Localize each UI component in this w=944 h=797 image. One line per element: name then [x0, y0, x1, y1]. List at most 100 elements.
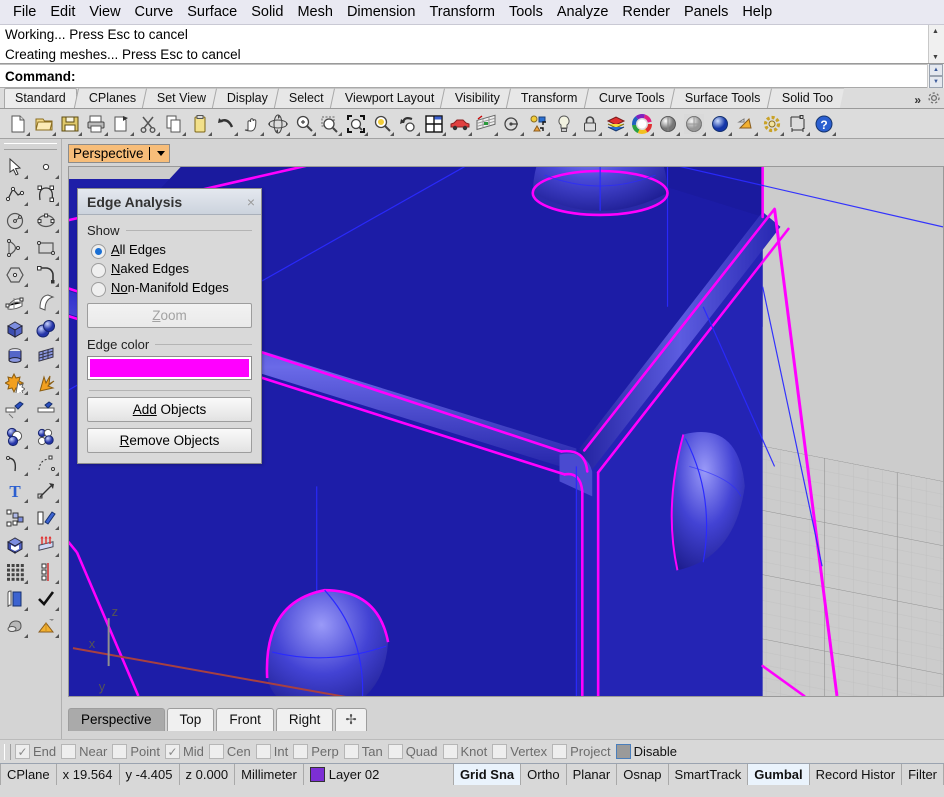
radio-button-icon[interactable] [91, 282, 106, 297]
osnap-bar-grip[interactable] [4, 744, 11, 760]
menu-item-help[interactable]: Help [735, 2, 779, 22]
car-render-icon[interactable] [447, 111, 473, 137]
menu-item-mesh[interactable]: Mesh [290, 2, 339, 22]
box-icon[interactable] [1, 316, 29, 342]
options-gear-icon[interactable] [759, 111, 785, 137]
status-cplane[interactable]: CPlane [0, 764, 57, 785]
circle-icon[interactable] [1, 208, 29, 234]
checkbox-icon[interactable] [344, 744, 359, 759]
toolbar-tab-curve-tools[interactable]: Curve Tools [584, 88, 676, 108]
command-history-scrollbar[interactable]: ▲ ▼ [928, 25, 944, 63]
toolbar-tab-visibility[interactable]: Visibility [440, 88, 511, 108]
zoom-in-out-icon[interactable] [291, 111, 317, 137]
menu-item-dimension[interactable]: Dimension [340, 2, 423, 22]
remove-objects-button[interactable]: Remove Objects [87, 428, 252, 453]
surface-from-points-icon[interactable] [1, 289, 29, 315]
menu-item-curve[interactable]: Curve [128, 2, 181, 22]
command-line-spinner[interactable]: ▲ ▼ [927, 64, 944, 88]
undo-view-change-icon[interactable] [395, 111, 421, 137]
checkbox-icon[interactable] [256, 744, 271, 759]
save-file-icon[interactable] [57, 111, 83, 137]
boolean-union-icon[interactable] [1, 370, 29, 396]
layer-icon[interactable] [603, 111, 629, 137]
grid-points-icon[interactable] [1, 559, 29, 585]
rendered-sphere-icon[interactable] [707, 111, 733, 137]
undo-icon[interactable] [213, 111, 239, 137]
shaded-sphere-icon[interactable] [655, 111, 681, 137]
copy-icon[interactable] [161, 111, 187, 137]
trim-icon[interactable] [1, 397, 29, 423]
checkbox-icon[interactable] [443, 744, 458, 759]
checkbox-icon[interactable] [552, 744, 567, 759]
array-icon[interactable] [1, 505, 29, 531]
viewport-title-button[interactable]: Perspective [68, 144, 170, 163]
material-cone-icon[interactable] [733, 111, 759, 137]
extrude-surface-icon[interactable] [32, 289, 60, 315]
checkbox-icon[interactable] [112, 744, 127, 759]
toolbar-tab-set-view[interactable]: Set View [142, 88, 217, 108]
status-toggle-ortho[interactable]: Ortho [521, 764, 567, 785]
osnap-point[interactable]: Point [112, 744, 160, 759]
command-input-row[interactable]: Command: ▲ ▼ [0, 64, 944, 87]
cplane-grid-icon[interactable] [473, 111, 499, 137]
toolbar-tab-solid-too[interactable]: Solid Too [767, 88, 844, 108]
toolbar-tab-display[interactable]: Display [212, 88, 279, 108]
cut-icon[interactable] [135, 111, 161, 137]
status-toggle-smarttrack[interactable]: SmartTrack [669, 764, 749, 785]
edge-analysis-title-bar[interactable]: Edge Analysis × [78, 189, 261, 215]
light-bulb-icon[interactable] [551, 111, 577, 137]
osnap-near[interactable]: Near [61, 744, 107, 759]
polygon-icon[interactable] [1, 262, 29, 288]
checkbox-icon[interactable] [61, 744, 76, 759]
osnap-int[interactable]: Int [256, 744, 288, 759]
viewport-layout-icon[interactable] [421, 111, 447, 137]
toolbar-options-gear-icon[interactable] [926, 90, 942, 106]
checkbox-icon[interactable] [388, 744, 403, 759]
menu-item-view[interactable]: View [82, 2, 127, 22]
rectangle-icon[interactable] [32, 235, 60, 261]
zoom-window-icon[interactable] [317, 111, 343, 137]
osnap-perp[interactable]: Perp [293, 744, 338, 759]
close-icon[interactable]: × [247, 194, 255, 210]
add-viewport-tab-button[interactable]: ✢ [335, 708, 366, 731]
paste-icon[interactable] [187, 111, 213, 137]
menu-item-edit[interactable]: Edit [43, 2, 82, 22]
status-toggle-record-histor[interactable]: Record Histor [810, 764, 902, 785]
toolbar-tabs-overflow-button[interactable]: » [911, 93, 924, 107]
radio-non-manifold-edges[interactable]: Non-Manifold Edges [91, 280, 252, 297]
spinner-up-icon[interactable]: ▲ [929, 64, 943, 76]
check-object-icon[interactable] [32, 586, 60, 612]
toolbar-tab-standard[interactable]: Standard [4, 88, 77, 108]
checkbox-icon[interactable] [209, 744, 224, 759]
radio-button-icon[interactable] [91, 263, 106, 278]
zoom-extents-icon[interactable] [343, 111, 369, 137]
status-toggle-osnap[interactable]: Osnap [617, 764, 668, 785]
curve-from-points-icon[interactable] [32, 451, 60, 477]
menu-item-solid[interactable]: Solid [244, 2, 290, 22]
copy-to-clipboard-icon[interactable] [109, 111, 135, 137]
radio-all-edges[interactable]: All Edges [91, 242, 252, 259]
add-objects-button[interactable]: Add Objects [87, 397, 252, 422]
osnap-mid[interactable]: Mid [165, 744, 204, 759]
shade-icon[interactable] [1, 613, 29, 639]
zoom-button[interactable]: Zoom [87, 303, 252, 328]
ellipse-icon[interactable] [32, 208, 60, 234]
rotate-view-icon[interactable] [265, 111, 291, 137]
viewport-tab-perspective[interactable]: Perspective [68, 708, 165, 731]
open-file-icon[interactable] [31, 111, 57, 137]
status-toggle-gumbal[interactable]: Gumbal [748, 764, 809, 785]
layer-color-swatch[interactable] [310, 767, 325, 782]
polyline-icon[interactable] [1, 181, 29, 207]
fillet-curve-icon[interactable] [32, 262, 60, 288]
toolbar-grip[interactable] [4, 143, 57, 150]
render-mesh-icon[interactable] [32, 613, 60, 639]
status-toggle-filter[interactable]: Filter [902, 764, 944, 785]
toolbar-tab-cplanes[interactable]: CPlanes [74, 88, 148, 108]
osnap-end[interactable]: End [15, 744, 56, 759]
command-input[interactable] [76, 65, 928, 87]
edge-color-swatch[interactable] [87, 356, 252, 380]
scroll-up-icon[interactable]: ▲ [929, 25, 942, 37]
cap-holes-icon[interactable] [1, 532, 29, 558]
color-wheel-icon[interactable] [629, 111, 655, 137]
menu-item-surface[interactable]: Surface [180, 2, 244, 22]
